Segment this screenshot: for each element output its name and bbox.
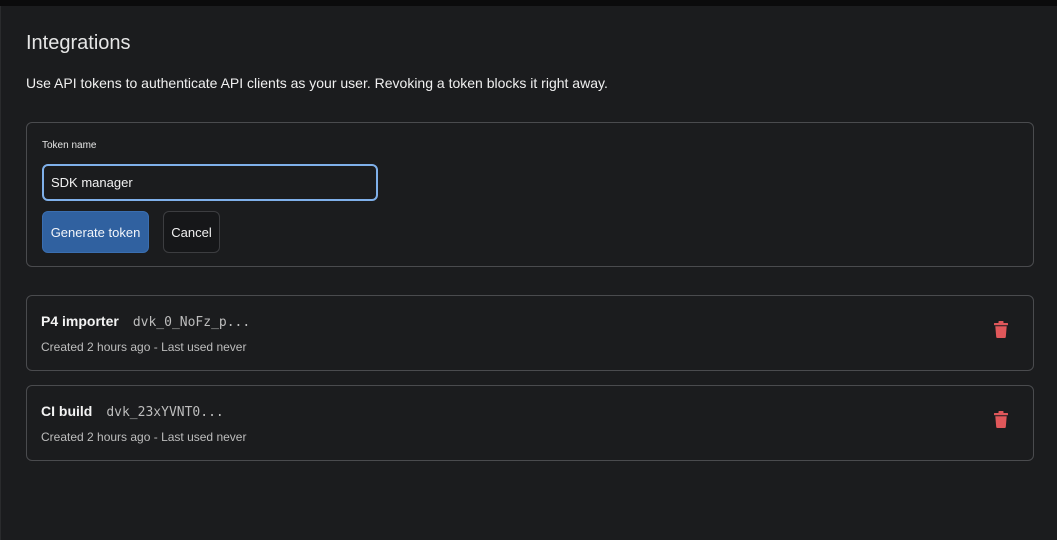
token-name-input[interactable] <box>42 164 378 201</box>
token-prefix: dvk_23xYVNT0... <box>106 405 224 420</box>
token-card-p4-importer: P4 importer dvk_0_NoFz_p... Created 2 ho… <box>26 295 1034 371</box>
integrations-panel: Integrations Use API tokens to authentic… <box>0 6 1057 540</box>
token-name: P4 importer <box>41 313 119 329</box>
create-token-form: Token name Generate token Cancel <box>26 122 1034 267</box>
delete-token-button[interactable] <box>991 318 1011 340</box>
token-name: CI build <box>41 403 93 419</box>
page-description: Use API tokens to authenticate API clien… <box>26 75 608 91</box>
token-name-label: Token name <box>42 140 97 151</box>
token-meta: Created 2 hours ago - Last used never <box>41 340 247 354</box>
page-title: Integrations <box>26 32 131 54</box>
cancel-button[interactable]: Cancel <box>163 211 220 253</box>
token-card-ci-build: CI build dvk_23xYVNT0... Created 2 hours… <box>26 385 1034 461</box>
token-meta: Created 2 hours ago - Last used never <box>41 430 247 444</box>
token-header: CI build dvk_23xYVNT0... <box>41 403 224 420</box>
delete-token-button[interactable] <box>991 408 1011 430</box>
token-header: P4 importer dvk_0_NoFz_p... <box>41 313 250 330</box>
generate-token-button[interactable]: Generate token <box>42 211 149 253</box>
token-prefix: dvk_0_NoFz_p... <box>132 315 251 330</box>
trash-icon <box>994 410 1008 428</box>
trash-icon <box>994 320 1008 338</box>
